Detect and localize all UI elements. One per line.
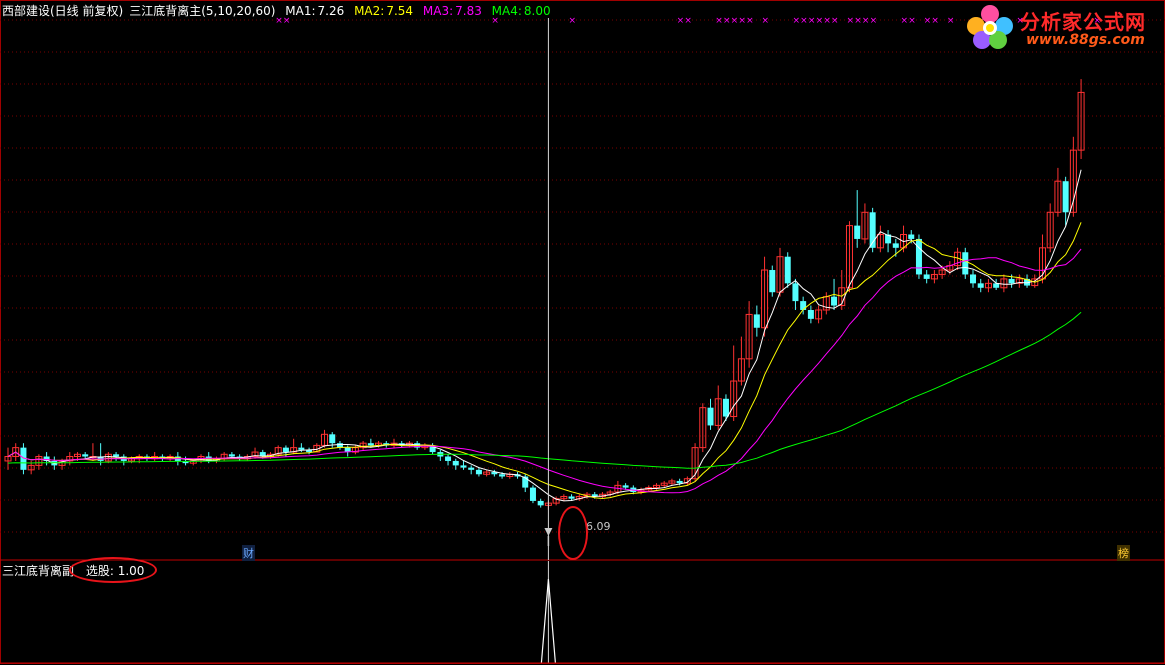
signal-cross-mark: × [901,16,909,26]
logo-title: 分析家公式网 [1020,10,1146,34]
candle-body-down [452,460,459,466]
candle-body-down [113,454,120,457]
ma1-readout: MA1: 7.26 [285,4,345,18]
signal-cross-mark: × [947,16,955,26]
chart-header: 西部建设(日线 前复权) 三江底背离主(5,10,20,60) MA1: 7.26 … [2,2,557,19]
ma3-readout: MA3: 7.83 [422,4,482,18]
signal-cross-mark: × [862,16,870,26]
signal-arrow-icon [544,528,553,536]
signal-cross-mark: × [684,16,692,26]
ma4-line [7,311,1082,469]
candle-body-down [676,480,683,484]
candle-body-down [831,296,838,306]
signal-cross-mark: × [569,16,577,26]
candle-body-down [923,274,930,279]
lower-indicator-name: 三江底背离副 [2,564,75,578]
candle-body-down [807,309,814,319]
financial-report-marker[interactable]: 财 [242,545,255,561]
candle-body-down [722,398,729,417]
candle-body-down [475,469,482,475]
indicator-params: (5,10,20,60) [201,4,276,18]
candle-body-down [892,243,899,248]
candle-body-down [468,467,475,470]
logo-url: www.88gs.com [1026,32,1145,48]
signal-cross-mark: × [846,16,854,26]
signal-cross-mark: × [746,16,754,26]
signal-cross-mark: × [831,16,839,26]
candle-body-down [622,485,629,488]
indicator-name: 三江底背离主 [129,4,202,18]
ma2-readout: MA2: 7.54 [354,4,414,18]
chart-frame [0,0,1165,664]
candle-body-down [707,407,714,426]
signal-cross-mark: × [808,16,816,26]
candle-body-down [329,434,336,444]
signal-cross-mark: × [762,16,770,26]
candle-body-down [499,474,506,477]
candle-body-down [1062,181,1069,213]
candle-body-down [915,238,922,275]
ma1-line [7,169,1082,502]
candle-body-down [367,443,374,446]
signal-cross-mark: × [931,16,939,26]
candle-body-down [977,283,984,288]
candle-body-down [784,256,791,284]
candle-body-down [800,301,807,310]
signal-cross-mark: × [924,16,932,26]
signal-cross-mark: × [731,16,739,26]
candle-body-down [82,454,89,457]
candle-body-down [529,487,536,501]
rank-list-marker[interactable]: 榜 [1117,545,1130,561]
flower-logo-icon [967,5,1013,49]
candle-body-down [445,456,452,461]
candle-body-down [1008,278,1015,284]
chart-canvas: ×××××××××××××××××××××××××××××× [0,0,1165,664]
stock-name: 西部建设(日线 前复权) [2,4,124,18]
selection-highlight-oval [69,557,157,583]
signal-highlight-oval [558,506,588,560]
candle-body-down [460,465,467,468]
candle-body-down [970,274,976,284]
signal-cross-mark: × [816,16,824,26]
candle-body-down [568,496,575,499]
candle-body-down [282,447,289,453]
signal-cross-mark: × [792,16,800,26]
candle-body-down [753,314,760,328]
signal-cross-mark: × [715,16,723,26]
candle-body-down [298,447,305,450]
candle-body-down [792,283,799,302]
candle-body-down [769,270,776,293]
signal-cross-mark: × [677,16,685,26]
signal-cross-mark: × [823,16,831,26]
signal-cross-mark: × [870,16,878,26]
signal-cross-mark: × [854,16,862,26]
candle-body-down [854,225,861,239]
signal-cross-mark: × [908,16,916,26]
signal-cross-mark: × [738,16,746,26]
candle-body-down [962,252,969,275]
candle-body-down [537,500,544,506]
candle-body-down [228,454,235,457]
signal-cross-mark: × [723,16,731,26]
price-annotation-low: 6.09 [586,520,611,533]
ma4-readout: MA4: 8.00 [491,4,551,18]
signal-cross-mark: × [800,16,808,26]
site-logo: 分析家公式网 www.88gs.com [962,2,1162,52]
candle-body-down [908,234,915,239]
